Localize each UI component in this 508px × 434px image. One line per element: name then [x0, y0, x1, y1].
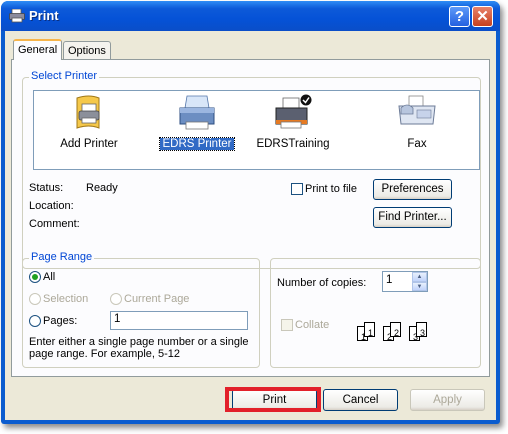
close-icon: ✕: [476, 8, 489, 25]
preferences-button[interactable]: Preferences: [373, 179, 452, 200]
selection-radio-label: Selection: [43, 293, 89, 305]
current-page-radio-label: Current Page: [124, 293, 190, 305]
printer-item-add-printer[interactable]: Add Printer: [44, 91, 134, 150]
printer-label: EDRS Printer: [159, 137, 235, 151]
printer-label: Add Printer: [60, 138, 118, 150]
selection-radio: [29, 293, 41, 305]
close-button[interactable]: ✕: [472, 6, 493, 27]
cancel-button-label: Cancel: [342, 394, 379, 406]
cancel-button[interactable]: Cancel: [323, 389, 398, 411]
tab-general[interactable]: General: [13, 39, 63, 60]
status-value: Ready: [86, 182, 118, 194]
preferences-button-label: Preferences: [381, 183, 444, 195]
number-of-copies-label: Number of copies:: [277, 277, 367, 289]
window-title: Print: [29, 8, 59, 23]
print-to-file-checkbox[interactable]: [291, 183, 303, 195]
printer-list[interactable]: Add Printer EDRS Printer EDRSTraining Fa…: [33, 90, 480, 170]
general-tab-panel: Select Printer Add Printer EDRS Printer …: [11, 59, 490, 377]
spin-down-icon[interactable]: ▼: [412, 281, 427, 291]
collate-checkbox: [281, 319, 293, 331]
spin-up-icon[interactable]: ▲: [412, 272, 427, 282]
help-button[interactable]: ?: [449, 6, 470, 27]
copies-spinner[interactable]: 1 ▲ ▼: [382, 271, 428, 292]
collate-page: 1: [364, 322, 375, 338]
all-radio-label[interactable]: All: [43, 271, 55, 283]
tab-general-label: General: [18, 44, 58, 56]
printer-label: Fax: [407, 138, 427, 150]
page-range-group: Page Range All Selection Current Page Pa…: [22, 251, 260, 368]
collate-label: Collate: [295, 319, 330, 331]
printer-item-fax[interactable]: Fax: [372, 91, 462, 150]
default-printer-icon: [275, 94, 312, 129]
add-printer-icon: [76, 95, 100, 129]
copies-value: 1: [386, 274, 393, 286]
print-dialog: Print ? ✕ General Options Select Printer: [1, 1, 500, 424]
dialog-body: General Options Select Printer Add Print…: [5, 31, 496, 420]
fax-icon: [398, 95, 436, 125]
pages-input[interactable]: 1: [110, 311, 248, 330]
select-printer-group: Select Printer Add Printer EDRS Printer …: [22, 70, 481, 269]
page-range-label: Page Range: [29, 251, 95, 263]
status-label: Status:: [29, 182, 64, 194]
printer-icon: [9, 9, 25, 23]
pages-input-value: 1: [114, 313, 121, 325]
apply-button-label: Apply: [433, 394, 462, 406]
printer-label: EDRSTraining: [256, 138, 330, 150]
select-printer-label: Select Printer: [29, 70, 100, 82]
printer-item-edrstraining[interactable]: EDRSTraining: [248, 91, 338, 150]
copies-group: Number of copies: 1 ▲ ▼ Collate 1 1 2 2 …: [270, 258, 481, 368]
collate-page: 2: [390, 322, 401, 338]
print-to-file-label[interactable]: Print to file: [305, 183, 357, 195]
tab-options-label: Options: [68, 45, 106, 57]
print-button-highlight: [225, 387, 321, 412]
current-page-radio: [110, 293, 122, 305]
apply-button: Apply: [410, 389, 485, 411]
page-range-hint: Enter either a single page number or a s…: [29, 336, 249, 360]
collate-page: 3: [416, 322, 427, 338]
location-label: Location:: [29, 200, 74, 212]
pages-radio-label[interactable]: Pages:: [43, 315, 77, 327]
printer-icon: [179, 95, 215, 130]
title-bar[interactable]: Print ? ✕: [1, 1, 500, 31]
all-radio[interactable]: [29, 271, 41, 283]
tab-options[interactable]: Options: [63, 41, 111, 59]
pages-radio[interactable]: [29, 315, 41, 327]
printer-item-edrs-printer[interactable]: EDRS Printer: [152, 91, 242, 151]
find-printer-button-label: Find Printer...: [378, 211, 447, 223]
comment-label: Comment:: [29, 218, 80, 230]
help-icon: ?: [454, 8, 465, 25]
find-printer-button[interactable]: Find Printer...: [373, 207, 452, 228]
